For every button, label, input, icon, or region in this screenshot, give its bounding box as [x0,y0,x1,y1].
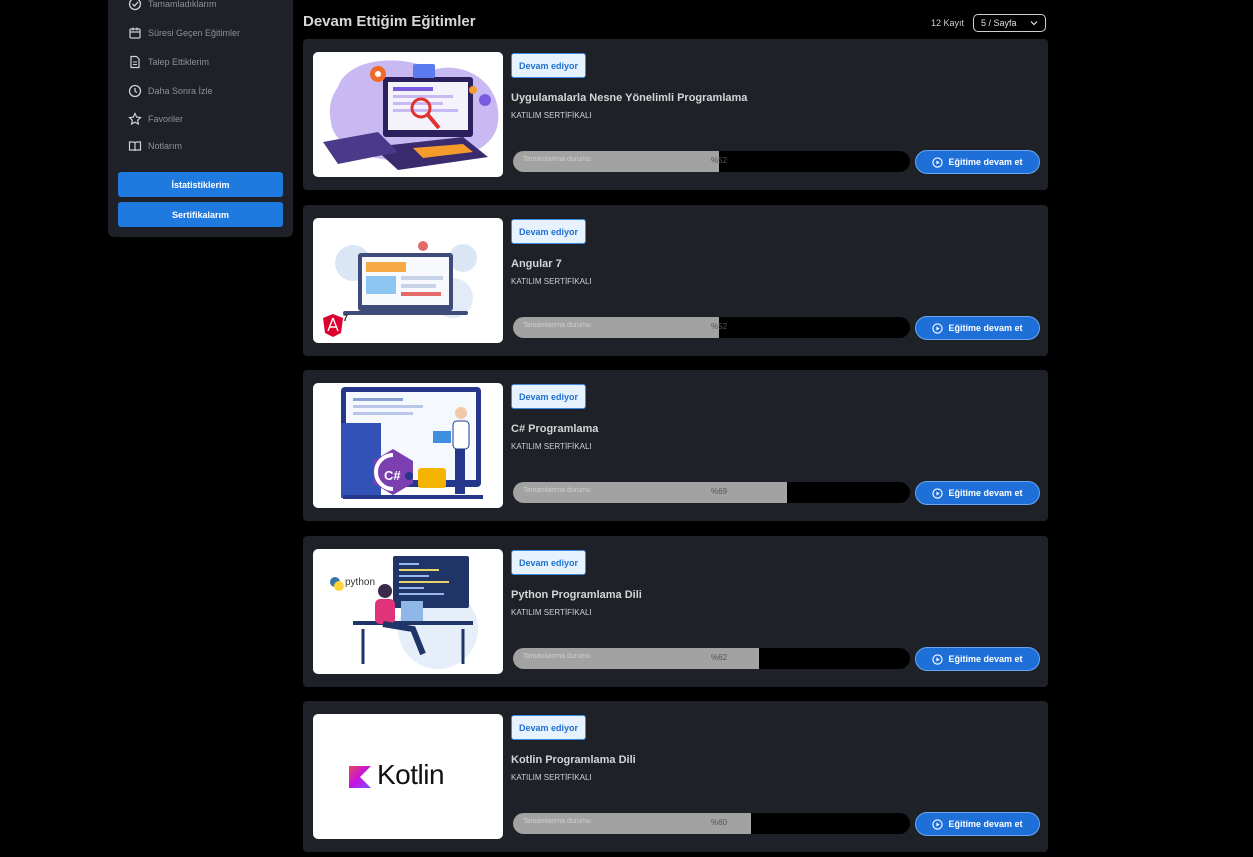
sidebar-item-favorites[interactable]: Favoriler [128,109,183,129]
course-card: C# Devam ediyor C# Programlama KATILIM S… [303,370,1048,521]
sidebar-item-notes[interactable]: Notlarım [128,136,182,156]
continue-label: Eğitime devam et [948,654,1023,664]
continue-course-button[interactable]: Eğitime devam et [915,150,1040,174]
course-thumbnail[interactable] [313,52,503,177]
continue-course-button[interactable]: Eğitime devam et [915,481,1040,505]
continue-label: Eğitime devam et [948,819,1023,829]
star-icon [128,112,142,126]
continue-label: Eğitime devam et [948,323,1023,333]
progress-label: Tamamlanma durumu [523,156,591,163]
course-title[interactable]: C# Programlama [511,423,598,435]
sidebar-item-expired[interactable]: Süresi Geçen Eğitimler [128,23,240,43]
python-logo-text: python [345,577,376,588]
sidebar-item-label: Talep Ettiklerim [148,57,210,67]
continue-course-button[interactable]: Eğitime devam et [915,316,1040,340]
oop-illustration [323,60,499,170]
course-title[interactable]: Kotlin Programlama Dili [511,754,636,766]
progress-percent: %60 [711,818,728,827]
sidebar-item-completed[interactable]: Tamamladıklarım [128,0,217,14]
sidebar-item-label: Daha Sonra İzle [148,86,213,96]
clock-icon [128,84,142,98]
continue-label: Eğitime devam et [948,157,1023,167]
course-thumbnail[interactable]: Kotlin [313,714,503,839]
sidebar-item-label: Favoriler [148,114,184,124]
check-circle-icon [128,0,142,11]
play-circle-icon [932,322,944,334]
progress-label: Tamamlanma durumu [523,653,591,660]
continue-course-button[interactable]: Eğitime devam et [915,812,1040,836]
angular-version-text: 7 [343,313,349,323]
progress-percent: %52 [711,322,728,331]
sidebar: Tamamladıklarım Süresi Geçen Eğitimler T… [108,0,293,237]
course-thumbnail[interactable]: python [313,549,503,674]
progress-percent: %69 [711,487,728,496]
page-size-select[interactable]: 5 / Sayfa [973,14,1046,32]
page-title: Devam Ettiğim Eğitimler [303,13,476,30]
play-circle-icon [932,653,944,665]
certificate-label: KATILIM SERTİFİKALI [511,608,592,617]
continue-course-button[interactable]: Eğitime devam et [915,647,1040,671]
course-card: Devam ediyor Uygulamalarla Nesne Yönelim… [303,39,1048,190]
certificate-label: KATILIM SERTİFİKALI [511,773,592,782]
play-circle-icon [932,818,944,830]
status-badge: Devam ediyor [511,715,586,740]
progress-bar: Tamamlanma durumu %52 [513,151,910,172]
certificate-label: KATILIM SERTİFİKALI [511,277,592,286]
csharp-logo-text: C# [384,468,401,483]
statistics-button[interactable]: İstatistiklerim [118,172,283,197]
status-badge: Devam ediyor [511,550,586,575]
status-badge: Devam ediyor [511,53,586,78]
record-count: 12 Kayıt [931,18,965,28]
progress-bar: Tamamlanma durumu %62 [513,648,910,669]
play-circle-icon [932,487,944,499]
certificate-label: KATILIM SERTİFİKALI [511,442,592,451]
status-badge: Devam ediyor [511,219,586,244]
calendar-icon [129,27,141,39]
course-thumbnail[interactable]: C# [313,383,503,508]
sidebar-item-label: Süresi Geçen Eğitimler [148,28,241,38]
progress-percent: %62 [711,653,728,662]
document-icon [130,55,140,69]
play-circle-icon [932,156,944,168]
sidebar-item-watch-later[interactable]: Daha Sonra İzle [128,81,213,101]
chevron-down-icon [1030,21,1038,26]
progress-percent: %52 [711,156,728,165]
angular-illustration [323,241,477,337]
progress-bar: Tamamlanma durumu %52 [513,317,910,338]
course-card: Kotlin Devam ediyor Kotlin Programlama D… [303,701,1048,852]
sidebar-item-requested[interactable]: Talep Ettiklerim [128,52,209,72]
course-card: python Devam ediyor Python Programlama D… [303,536,1048,687]
page-size-value: 5 / Sayfa [981,18,1017,28]
progress-label: Tamamlanma durumu [523,818,591,825]
status-badge: Devam ediyor [511,384,586,409]
kotlin-logo-text: Kotlin [377,759,445,790]
course-thumbnail[interactable]: 7 [313,218,503,343]
course-title[interactable]: Angular 7 [511,258,562,270]
book-icon [128,141,142,152]
certificate-label: KATILIM SERTİFİKALI [511,111,592,120]
sidebar-item-label: Tamamladıklarım [148,0,217,9]
course-title[interactable]: Python Programlama Dili [511,589,642,601]
progress-label: Tamamlanma durumu [523,487,591,494]
progress-label: Tamamlanma durumu [523,322,591,329]
continue-label: Eğitime devam et [948,488,1023,498]
course-title[interactable]: Uygulamalarla Nesne Yönelimli Programlam… [511,92,747,104]
csharp-illustration [341,387,483,499]
course-card: 7 Devam ediyor Angular 7 KATILIM SERTİFİ… [303,205,1048,356]
python-illustration [330,556,478,669]
sidebar-item-label: Notlarım [148,141,183,151]
certificates-button[interactable]: Sertifikalarım [118,202,283,227]
progress-bar: Tamamlanma durumu %69 [513,482,910,503]
progress-bar: Tamamlanma durumu %60 [513,813,910,834]
